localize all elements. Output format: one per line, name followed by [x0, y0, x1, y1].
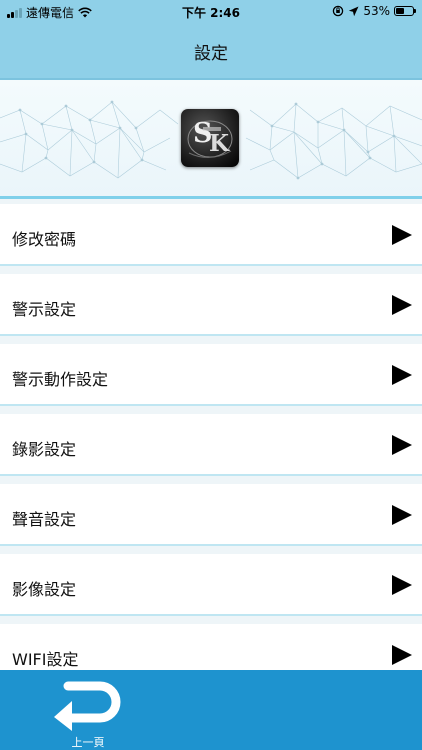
back-label: 上一頁: [71, 736, 105, 749]
orientation-lock-icon: [333, 5, 344, 17]
bottom-toolbar: 上一頁: [0, 670, 422, 750]
status-right: 53%: [332, 4, 416, 18]
menu-item-alert-settings[interactable]: 警示設定: [0, 274, 422, 336]
menu-item-label: 警示設定: [12, 300, 77, 319]
sk-logo-mark: S K: [187, 118, 233, 158]
menu-item-alert-action-settings[interactable]: 警示動作設定: [0, 344, 422, 406]
play-arrow-icon: [392, 225, 412, 245]
sk-logo: S K: [181, 109, 239, 167]
menu-item-wifi-settings[interactable]: WIFI設定: [0, 624, 422, 670]
menu-item-change-password[interactable]: 修改密碼: [0, 204, 422, 266]
menu-item-label: 錄影設定: [12, 440, 77, 459]
play-arrow-icon: [392, 365, 412, 385]
menu-item-recording-settings[interactable]: 錄影設定: [0, 414, 422, 476]
nav-bar: 設定: [0, 22, 422, 80]
svg-text:K: K: [209, 130, 230, 157]
settings-menu: 修改密碼 警示設定 警示動作設定 錄影設定 聲音設定 影像設定 WIFI設定: [0, 199, 422, 670]
play-arrow-icon: [392, 435, 412, 455]
play-arrow-icon: [392, 575, 412, 595]
menu-item-sound-settings[interactable]: 聲音設定: [0, 484, 422, 546]
battery-percent: 53%: [363, 4, 390, 18]
menu-item-label: 影像設定: [12, 580, 77, 599]
menu-item-label: 修改密碼: [12, 230, 77, 249]
menu-item-label: WIFI設定: [12, 650, 79, 669]
battery-icon: [394, 6, 416, 16]
location-arrow-icon: [349, 6, 359, 16]
play-arrow-icon: [392, 505, 412, 525]
menu-item-label: 警示動作設定: [12, 370, 109, 389]
menu-item-label: 聲音設定: [12, 510, 77, 529]
back-button[interactable]: 上一頁: [50, 676, 126, 749]
header-banner: S K: [0, 80, 422, 199]
play-arrow-icon: [392, 645, 412, 665]
return-arrow-icon: [54, 681, 121, 731]
menu-item-video-settings[interactable]: 影像設定: [0, 554, 422, 616]
status-bar: 遠傳電信 下午 2:46 53%: [0, 0, 422, 22]
page-title: 設定: [194, 44, 228, 64]
play-arrow-icon: [392, 295, 412, 315]
